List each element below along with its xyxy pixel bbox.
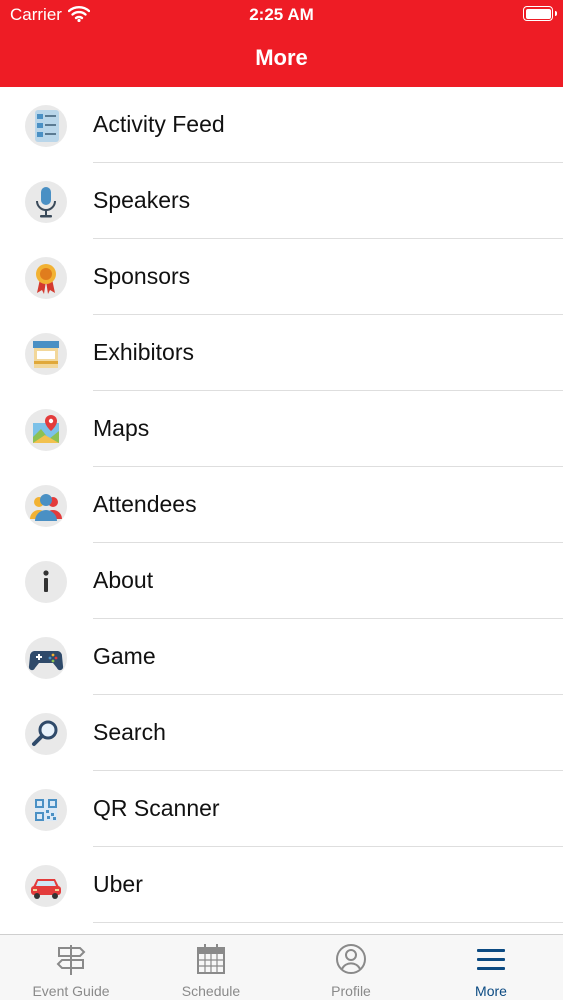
microphone-icon [25,181,67,223]
tab-bar: Event Guide Schedule Profile More [0,934,563,1000]
status-time: 2:25 AM [249,5,314,24]
menu-item-exhibitors[interactable]: Exhibitors [0,315,563,391]
map-pin-icon [25,409,67,451]
tab-profile[interactable]: Profile [281,935,421,1000]
nav-bar: More [0,30,563,87]
menu-item-label: Attendees [93,491,197,517]
menu-item-activity-feed[interactable]: Activity Feed [0,87,563,163]
more-menu-list: Activity Feed Speakers Sponsors Exhibito… [0,87,563,934]
menu-item-label: Search [93,719,166,745]
gamepad-icon [25,637,67,679]
info-icon [25,561,67,603]
tab-more[interactable]: More [421,935,561,1000]
menu-item-label: Exhibitors [93,339,194,365]
tab-label: Schedule [181,983,241,999]
tab-schedule[interactable]: Schedule [141,935,281,1000]
ribbon-award-icon [25,257,67,299]
activity-feed-icon [25,105,67,147]
menu-item-speakers[interactable]: Speakers [0,163,563,239]
menu-item-label: QR Scanner [93,795,220,821]
menu-item-label: Uber [93,871,143,897]
menu-item-label: Speakers [93,187,191,213]
tab-event-guide[interactable]: Event Guide [1,935,141,1000]
car-icon [25,865,67,907]
qr-code-icon [25,789,67,831]
menu-item-sponsors[interactable]: Sponsors [0,239,563,315]
menu-item-game[interactable]: Game [0,619,563,695]
tab-label: Event Guide [32,983,110,999]
menu-item-attendees[interactable]: Attendees [0,467,563,543]
page-title: More [255,45,308,70]
menu-item-uber[interactable]: Uber [0,847,563,923]
menu-item-maps[interactable]: Maps [0,391,563,467]
menu-item-search[interactable]: Search [0,695,563,771]
booth-icon [25,333,67,375]
menu-item-label: Activity Feed [93,111,225,137]
menu-item-label: Game [93,643,156,669]
menu-item-label: Sponsors [93,263,191,289]
battery-icon [523,6,557,21]
tab-label: Profile [331,983,371,999]
people-icon [25,485,67,527]
status-bar: Carrier 2:25 AM [0,0,563,30]
menu-item-qr-scanner[interactable]: QR Scanner [0,771,563,847]
menu-item-label: About [93,567,154,593]
menu-item-label: Maps [93,415,150,441]
menu-item-about[interactable]: About [0,543,563,619]
tab-label: More [475,983,507,999]
magnifier-icon [25,713,67,755]
